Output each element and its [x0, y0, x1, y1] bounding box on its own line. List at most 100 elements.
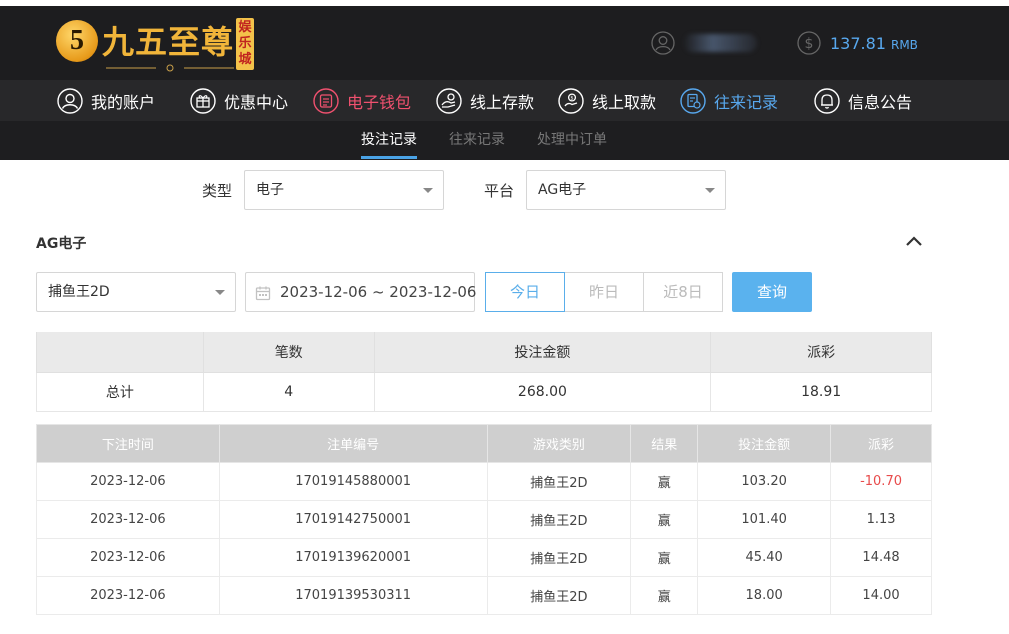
user-icon: [57, 87, 83, 114]
platform-label: 平台: [484, 182, 515, 200]
summary-header-cell: 投注金额: [373, 332, 712, 373]
game-type-cell: 捕鱼王2D: [486, 462, 632, 501]
table-row: 2023-12-06 17019139530311 捕鱼王2D 赢 18.00 …: [36, 576, 932, 615]
balance-amount: 137.81: [830, 33, 886, 53]
summary-table: 笔数 投注金额 派彩 总计 4 268.00 18.91: [36, 332, 932, 412]
bet-records-table: 下注时间 注单编号 游戏类别 结果 投注金额 派彩 2023-12-06 170…: [36, 424, 932, 615]
game-type-cell: 捕鱼王2D: [486, 500, 632, 539]
nav-label: 线上取款: [592, 92, 657, 112]
summary-cell: 18.91: [710, 371, 932, 412]
tab-transaction-records[interactable]: 往来记录: [449, 121, 505, 160]
game-select-value: 捕鱼王2D: [48, 284, 110, 300]
nav-item-records[interactable]: 往来记录: [680, 80, 778, 121]
type-select[interactable]: 电子: [244, 170, 444, 210]
nav-item-wallet[interactable]: 电子钱包: [313, 80, 411, 121]
dollar-circle-icon: $: [797, 31, 821, 55]
nav-item-deposit[interactable]: 线上存款: [436, 80, 534, 121]
brand-logo[interactable]: 5 九五至尊 娱乐城: [54, 14, 259, 76]
bet-id-cell: 17019142750001: [218, 500, 488, 539]
result-cell: 赢: [630, 538, 699, 577]
deposit-icon: [436, 87, 462, 114]
bet-time-cell: 2023-12-06: [36, 538, 220, 577]
nav-item-promotions[interactable]: 优惠中心: [190, 80, 288, 121]
nav-item-announcements[interactable]: 信息公告: [814, 80, 912, 121]
query-button[interactable]: 查询: [732, 272, 812, 312]
bet-time-cell: 2023-12-06: [36, 462, 220, 501]
table-header-row: 下注时间 注单编号 游戏类别 结果 投注金额 派彩: [36, 424, 932, 463]
column-header: 下注时间: [36, 424, 220, 463]
result-cell: 赢: [630, 500, 699, 539]
bet-time-cell: 2023-12-06: [36, 576, 220, 615]
logo-coin-icon: 5: [56, 20, 98, 62]
balance-display: $ 137.81 RMB: [797, 30, 918, 56]
logo-ornament-icon: [106, 64, 234, 72]
summary-header-cell: 笔数: [202, 332, 375, 373]
column-header: 投注金额: [697, 424, 832, 463]
nav-label: 我的账户: [91, 92, 156, 112]
svg-text:$: $: [570, 95, 573, 101]
nav-item-my-account[interactable]: 我的账户: [57, 80, 155, 121]
bet-amount-cell: 18.00: [697, 576, 832, 615]
table-row: 2023-12-06 17019142750001 捕鱼王2D 赢 101.40…: [36, 500, 932, 539]
nav-label: 电子钱包: [347, 92, 412, 112]
tab-bet-records[interactable]: 投注记录: [361, 121, 417, 160]
chevron-down-icon: [423, 188, 433, 193]
withdraw-icon: $: [558, 87, 584, 114]
game-select[interactable]: 捕鱼王2D: [36, 272, 236, 312]
wallet-icon: [313, 87, 339, 114]
game-type-cell: 捕鱼王2D: [486, 576, 632, 615]
username-masked: [683, 34, 757, 52]
column-header: 游戏类别: [486, 424, 632, 463]
date-range-input[interactable]: 2023-12-06 ~ 2023-12-06: [245, 272, 477, 312]
brand-tag: 娱乐城: [236, 18, 254, 70]
nav-label: 优惠中心: [224, 92, 289, 112]
today-button[interactable]: 今日: [485, 272, 565, 312]
platform-select-value: AG电子: [538, 182, 587, 198]
chevron-up-icon[interactable]: [904, 233, 924, 249]
type-select-value: 电子: [256, 182, 284, 198]
bet-amount-cell: 103.20: [697, 462, 832, 501]
platform-select[interactable]: AG电子: [526, 170, 726, 210]
nav-label: 往来记录: [714, 92, 779, 112]
sub-tabs: 投注记录 往来记录 处理中订单: [0, 121, 1009, 160]
result-cell: 赢: [630, 462, 699, 501]
type-label: 类型: [202, 182, 233, 200]
bet-id-cell: 17019145880001: [218, 462, 488, 501]
table-row: 2023-12-06 17019145880001 捕鱼王2D 赢 103.20…: [36, 462, 932, 501]
balance-currency: RMB: [890, 37, 918, 52]
payout-cell: 1.13: [830, 500, 932, 539]
result-cell: 赢: [630, 576, 699, 615]
bet-time-cell: 2023-12-06: [36, 500, 220, 539]
bet-id-cell: 17019139620001: [218, 538, 488, 577]
table-row: 2023-12-06 17019139620001 捕鱼王2D 赢 45.40 …: [36, 538, 932, 577]
column-header: 派彩: [830, 424, 932, 463]
date-range-value: 2023-12-06 ~ 2023-12-06: [280, 283, 477, 301]
yesterday-button[interactable]: 昨日: [564, 272, 644, 312]
main-nav: 我的账户 优惠中心 电子钱包 线上存款 $ 线上取款 往来记录 信息公告: [0, 80, 1009, 121]
last-8-days-button[interactable]: 近8日: [643, 272, 723, 312]
nav-item-withdraw[interactable]: $ 线上取款: [558, 80, 656, 121]
payout-cell: -10.70: [830, 462, 932, 501]
summary-header-cell: 派彩: [710, 332, 932, 373]
summary-cell: 4: [202, 371, 375, 412]
payout-cell: 14.00: [830, 576, 932, 615]
nav-label: 信息公告: [848, 92, 913, 112]
record-icon: [680, 87, 706, 114]
user-circle-icon: [651, 31, 675, 55]
bet-amount-cell: 45.40: [697, 538, 832, 577]
chevron-down-icon: [705, 188, 715, 193]
nav-label: 线上存款: [470, 92, 535, 112]
summary-header-cell: [36, 332, 204, 373]
summary-cell: 总计: [36, 371, 204, 412]
chevron-down-icon: [215, 290, 225, 295]
game-type-cell: 捕鱼王2D: [486, 538, 632, 577]
brand-name: 九五至尊: [102, 23, 235, 61]
calendar-icon: [255, 286, 271, 301]
header: 5 九五至尊 娱乐城 $ 137.81 RMB: [0, 6, 1009, 80]
bell-icon: [814, 87, 840, 114]
tab-pending-orders[interactable]: 处理中订单: [537, 121, 607, 160]
payout-cell: 14.48: [830, 538, 932, 577]
user-info[interactable]: [651, 30, 757, 56]
svg-text:$: $: [805, 36, 814, 52]
column-header: 注单编号: [218, 424, 488, 463]
